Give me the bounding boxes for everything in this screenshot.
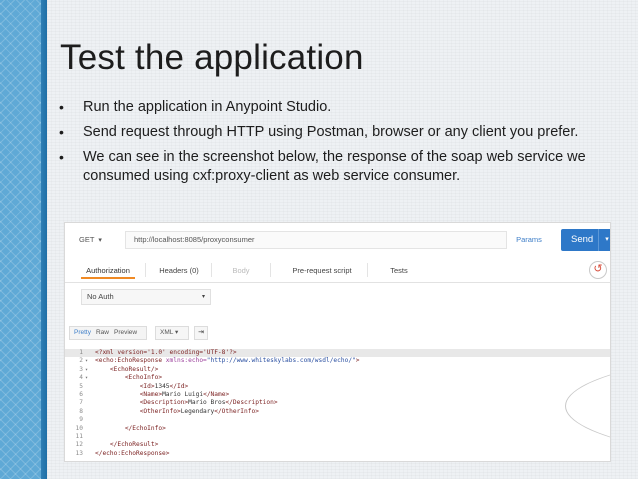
response-toolbar: Pretty Raw Preview XML ▾ ⇥	[65, 323, 610, 343]
line-number: 4	[79, 374, 83, 382]
chevron-down-icon: ▾	[201, 294, 205, 300]
send-options-chevron-icon[interactable]: ▾	[598, 229, 610, 251]
view-mode-group: Pretty Raw Preview	[69, 326, 148, 340]
line-number: 1	[79, 349, 83, 356]
line-number: 13	[75, 449, 83, 457]
slide-title: Test the application	[60, 38, 364, 77]
tab-headers[interactable]: Headers (0)	[157, 263, 201, 279]
bullet-dot-icon: •	[59, 124, 64, 140]
line-number: 11	[75, 432, 83, 440]
code-text: <Description>Mario Bros</Description>	[139, 399, 278, 407]
code-text: <?xml version='1.0' encoding='UTF-8'?>	[95, 349, 237, 356]
request-url-bar: GET ▾ http://localhost:8085/proxyconsumer…	[65, 223, 610, 257]
http-method-label: GET	[79, 235, 95, 244]
http-method-select[interactable]: GET ▾	[79, 231, 123, 249]
line-number: 7	[79, 399, 83, 407]
code-line: 10 </EchoInfo>	[65, 425, 610, 433]
line-number: 3	[79, 365, 83, 373]
view-raw-button[interactable]: Raw	[96, 329, 109, 336]
view-preview-button[interactable]: Preview	[114, 329, 137, 336]
postman-screenshot: GET ▾ http://localhost:8085/proxyconsumer…	[64, 222, 611, 462]
reset-icon[interactable]: ↺	[589, 261, 607, 279]
tab-divider	[211, 263, 212, 277]
wrap-lines-icon[interactable]: ⇥	[194, 326, 208, 340]
bullet-dot-icon: •	[59, 149, 64, 165]
send-button-label: Send	[571, 234, 594, 245]
code-line: 2 ▾ <echo:EchoResponse xmlns:echo="http://…	[65, 357, 610, 365]
code-text: </EchoInfo>	[124, 424, 166, 432]
chevron-down-icon: ▾	[174, 329, 179, 336]
bullet-item: • Send request through HTTP using Postma…	[56, 123, 616, 142]
request-tabs: Authorization Headers (0) Body Pre-reque…	[65, 257, 610, 283]
code-line: 11	[65, 433, 610, 441]
response-body: 1 <?xml version='1.0' encoding='UTF-8'?> 2…	[65, 349, 610, 461]
code-text: <OtherInfo>Legendary</OtherInfo>	[139, 407, 259, 415]
code-text: <echo:EchoResponse xmlns:echo="http://ww…	[95, 357, 360, 365]
line-number: 10	[75, 424, 83, 432]
code-line: 4 ▾ <EchoInfo>	[65, 374, 610, 382]
fold-toggle-icon[interactable]: ▾	[85, 357, 91, 365]
bullet-item: • Run the application in Anypoint Studio…	[56, 98, 616, 117]
fold-toggle-icon[interactable]: ▾	[85, 374, 91, 382]
code-line: 1 <?xml version='1.0' encoding='UTF-8'?>	[65, 349, 610, 358]
bullet-text: Send request through HTTP using Postman,…	[83, 124, 579, 140]
auth-type-value: No Auth	[87, 292, 114, 301]
tab-pre-request-script[interactable]: Pre-request script	[287, 263, 357, 279]
code-line: 6 <Name>Mario Luigi</Name>	[65, 391, 610, 399]
code-text: <EchoResult/>	[109, 365, 159, 373]
line-number: 6	[79, 390, 83, 398]
code-text: <EchoInfo>	[124, 374, 163, 382]
code-text: </echo:EchoResponse>	[95, 449, 170, 457]
params-button[interactable]: Params	[509, 231, 549, 249]
bullet-text: We can see in the screenshot below, the …	[83, 149, 586, 184]
bullet-text: Run the application in Anypoint Studio.	[83, 99, 332, 115]
url-input[interactable]: http://localhost:8085/proxyconsumer	[125, 231, 507, 249]
code-line: 8 <OtherInfo>Legendary</OtherInfo>	[65, 408, 610, 416]
line-number: 2	[79, 357, 83, 365]
bullet-list: • Run the application in Anypoint Studio…	[56, 98, 616, 192]
fold-toggle-icon[interactable]: ▾	[85, 366, 91, 374]
tab-divider	[270, 263, 271, 277]
tab-divider	[367, 263, 368, 277]
tab-divider	[145, 263, 146, 277]
code-text: <Name>Mario Luigi</Name>	[139, 390, 230, 398]
tab-body[interactable]: Body	[227, 263, 255, 279]
code-line: 5 <Id>1345</Id>	[65, 383, 610, 391]
code-line: 9	[65, 416, 610, 424]
tab-tests[interactable]: Tests	[385, 263, 413, 279]
auth-type-select[interactable]: No Auth ▾	[81, 289, 211, 305]
bullet-dot-icon: •	[59, 99, 64, 115]
code-line: 3 ▾ <EchoResult/>	[65, 366, 610, 374]
chevron-down-icon: ▾	[98, 237, 102, 244]
line-number: 8	[79, 407, 83, 415]
line-number: 12	[75, 441, 83, 449]
line-number: 9	[79, 416, 83, 424]
line-number: 5	[79, 382, 83, 390]
bullet-item: • We can see in the screenshot below, th…	[56, 148, 616, 186]
view-pretty-button[interactable]: Pretty	[74, 329, 91, 336]
send-button[interactable]: Send ▾	[561, 229, 610, 251]
decorative-side-bar	[0, 0, 41, 479]
code-line: 13 </echo:EchoResponse>	[65, 450, 610, 458]
code-line: 12 </EchoResult>	[65, 441, 610, 449]
code-text: <Id>1345</Id>	[139, 382, 189, 390]
code-text: </EchoResult>	[109, 441, 159, 449]
tab-authorization[interactable]: Authorization	[81, 263, 135, 279]
language-select[interactable]: XML ▾	[155, 326, 189, 340]
code-line: 7 <Description>Mario Bros</Description>	[65, 399, 610, 407]
language-value: XML	[160, 329, 174, 336]
